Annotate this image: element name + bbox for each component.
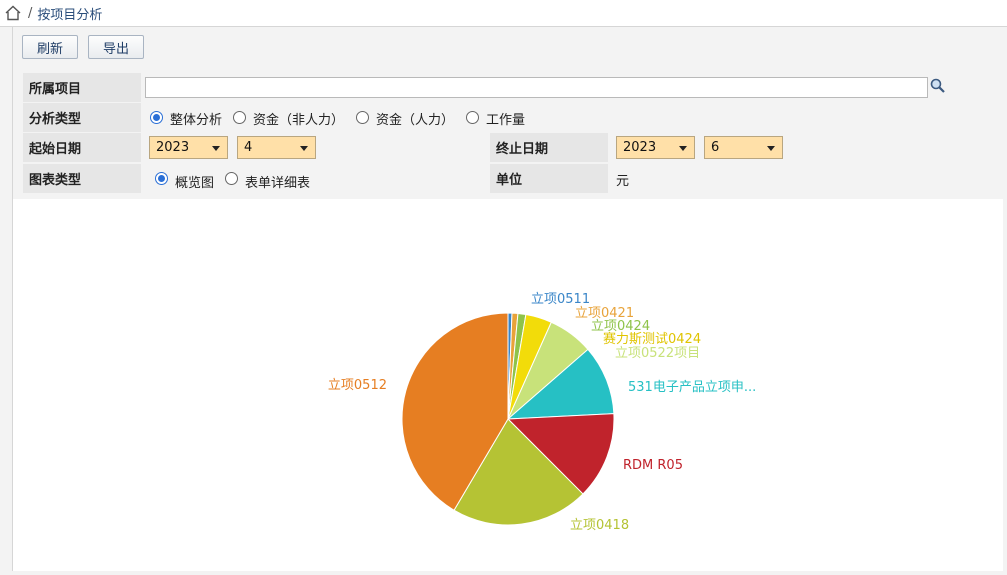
- unit-label: 单位: [490, 164, 608, 193]
- refresh-button[interactable]: 刷新: [22, 35, 78, 59]
- radio-workload-label: 工作量: [486, 112, 526, 128]
- home-icon[interactable]: [4, 4, 22, 22]
- chart-type-label: 图表类型: [23, 164, 141, 193]
- start-year-value: 2023: [156, 140, 190, 155]
- unit-value: 元: [616, 173, 630, 189]
- end-date-label: 终止日期: [490, 133, 608, 162]
- chart-area: 立项0511 立项0421 立项0424 赛力斯测试0424 立项0522项目 531电子…: [13, 199, 1003, 571]
- search-icon[interactable]: [929, 77, 947, 95]
- radio-detail-table-label: 表单详细表: [245, 175, 311, 191]
- end-month-value: 6: [711, 140, 720, 155]
- radio-overall[interactable]: [150, 111, 163, 124]
- project-label: 所属项目: [23, 73, 141, 102]
- analysis-type-label: 分析类型: [23, 103, 141, 132]
- radio-fund-labor-label: 资金（人力）: [376, 112, 455, 128]
- start-month-select[interactable]: 4: [237, 136, 316, 159]
- chevron-down-icon: [767, 146, 775, 151]
- end-year-value: 2023: [623, 140, 657, 155]
- pie-slice-label: RDM R05: [623, 458, 683, 473]
- chevron-down-icon: [679, 146, 687, 151]
- radio-overview-chart[interactable]: [155, 172, 168, 185]
- radio-overall-label: 整体分析: [170, 112, 223, 128]
- end-year-select[interactable]: 2023: [616, 136, 695, 159]
- radio-fund-nonlabor-label: 资金（非人力）: [253, 112, 345, 128]
- end-month-select[interactable]: 6: [704, 136, 783, 159]
- export-button[interactable]: 导出: [88, 35, 144, 59]
- start-date-label: 起始日期: [23, 133, 141, 162]
- chevron-down-icon: [212, 146, 220, 151]
- radio-fund-labor[interactable]: [356, 111, 369, 124]
- pie-slice-label: 立项0512: [328, 378, 387, 393]
- main-panel: 刷新 导出 所属项目 分析类型 整体分析 资金（非人力） 资金（人力） 工作量 …: [12, 27, 1007, 571]
- radio-fund-nonlabor[interactable]: [233, 111, 246, 124]
- chevron-down-icon: [300, 146, 308, 151]
- breadcrumb-current: 按项目分析: [37, 7, 103, 23]
- project-search-input[interactable]: [145, 77, 928, 98]
- pie-slice-label: 立项0418: [570, 518, 629, 533]
- pie-slice-label: 赛力斯测试0424: [603, 331, 701, 347]
- pie-slice-label: 立项0522项目: [615, 346, 700, 361]
- breadcrumb: / 按项目分析: [0, 0, 1007, 27]
- radio-workload[interactable]: [466, 111, 479, 124]
- breadcrumb-separator: /: [28, 5, 33, 21]
- radio-overview-chart-label: 概览图: [175, 175, 215, 191]
- pie-slice-label: 531电子产品立项申...: [628, 380, 756, 395]
- radio-detail-table[interactable]: [225, 172, 238, 185]
- start-month-value: 4: [244, 140, 253, 155]
- pie-slice-label: 立项0511: [531, 292, 590, 307]
- pie-chart: 立项0511立项0421立项0424赛力斯测试0424立项0522项目531电子…: [328, 292, 756, 533]
- start-year-select[interactable]: 2023: [149, 136, 228, 159]
